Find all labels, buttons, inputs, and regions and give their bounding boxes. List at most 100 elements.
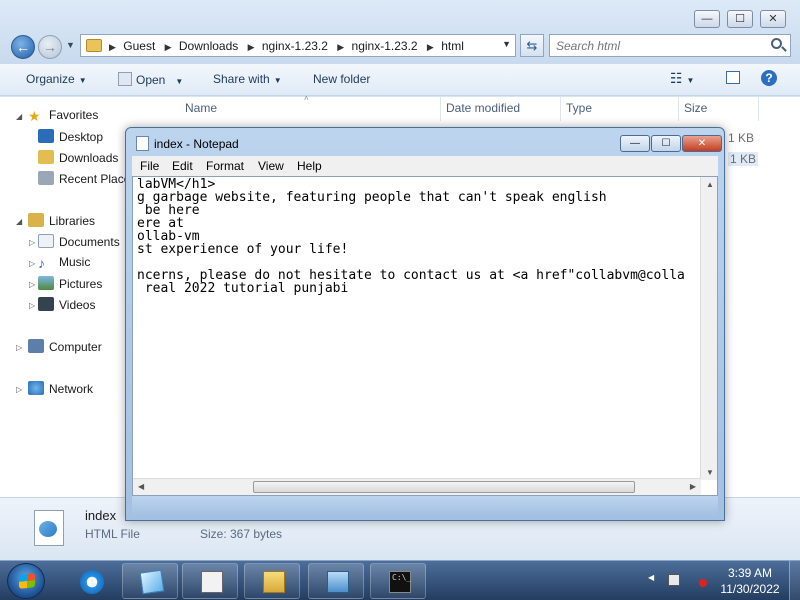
breadcrumb-item[interactable]: nginx-1.23.2 [262,39,328,53]
music-icon: ♪ [38,255,45,271]
nav-music[interactable]: ♪ Music [38,255,90,271]
nav-documents[interactable]: Documents [38,234,120,249]
scroll-left-icon[interactable]: ◀ [138,482,144,491]
file-size: 1 KB [728,152,759,166]
command-prompt-icon: C:\_ [389,571,411,593]
column-type[interactable]: Type [566,101,592,115]
search-input[interactable] [550,35,760,56]
address-bar[interactable]: ▶ Guest ▶ Downloads ▶ nginx-1.23.2 ▶ ngi… [80,34,516,57]
clock[interactable]: 3:39 AM 11/30/2022 [718,565,782,597]
breadcrumb-item[interactable]: html [441,39,464,53]
show-desktop-button[interactable] [789,561,800,600]
breadcrumb-item[interactable]: Downloads [179,39,238,53]
action-center-icon[interactable] [668,574,680,586]
network-status-icon[interactable] [693,573,707,587]
menu-edit[interactable]: Edit [172,159,193,173]
taskbar: e C:\_ [0,560,800,600]
expand-icon[interactable]: ▷ [29,280,35,289]
refresh-button[interactable]: ⇆ [520,34,544,57]
menu-help[interactable]: Help [297,159,322,173]
scroll-right-icon[interactable]: ▶ [690,482,696,491]
column-size[interactable]: Size [684,101,707,115]
scroll-up-icon[interactable]: ▲ [706,180,714,189]
close-button[interactable]: ✕ [760,10,786,28]
search-box[interactable] [549,34,791,57]
nav-desktop[interactable]: Desktop [38,129,103,144]
expand-icon[interactable]: ▷ [16,343,22,352]
nav-libraries[interactable]: Libraries [28,213,95,228]
address-dropdown-button[interactable]: ▼ [502,39,511,49]
open-icon [118,72,132,86]
forward-button[interactable]: → [38,35,62,59]
horizontal-scroll-thumb[interactable] [253,481,635,493]
expand-icon[interactable]: ▷ [29,301,35,310]
details-file-type: HTML File [85,527,140,541]
recent-pages-dropdown[interactable]: ▼ [66,40,75,50]
clock-time: 3:39 AM [727,566,773,580]
notepad-minimize-button[interactable]: — [620,135,650,152]
minimize-button[interactable]: — [694,10,720,28]
nav-videos[interactable]: Videos [38,297,95,312]
horizontal-scrollbar[interactable]: ◀ ▶ [133,478,701,495]
column-date-modified[interactable]: Date modified [446,101,520,115]
new-folder-button[interactable]: New folder [313,72,370,86]
menu-file[interactable]: File [140,159,159,173]
notepad-text-area[interactable]: labVM</h1> g garbage website, featuring … [132,176,718,496]
open-button[interactable]: Open ▼ [118,72,183,87]
nav-network-label: Network [49,382,94,396]
column-name[interactable]: Name [185,101,217,115]
html-file-icon [34,510,64,546]
nav-downloads[interactable]: Downloads [38,150,118,165]
menu-format[interactable]: Format [206,159,244,173]
expand-icon[interactable]: ▷ [16,385,22,394]
maximize-button[interactable]: ☐ [727,10,753,28]
expand-icon[interactable]: ▷ [29,259,35,268]
start-button[interactable] [7,563,45,599]
notepad-maximize-button[interactable]: ☐ [651,135,681,152]
view-icon[interactable]: ☷ ▼ [670,70,694,87]
preview-pane-icon[interactable] [726,71,740,84]
nav-computer[interactable]: Computer [28,339,102,354]
share-with-button[interactable]: Share with ▼ [213,72,282,86]
libraries-icon [28,213,44,227]
collapse-icon[interactable]: ◢ [16,217,22,226]
notepad-frame-bottom [132,496,718,516]
breadcrumb-separator-icon[interactable]: ▶ [337,42,344,52]
nav-favorites[interactable]: ★ Favorites [28,108,98,124]
notepad-app-icon [139,569,165,595]
expand-icon[interactable]: ▷ [29,238,35,247]
breadcrumb: ▶ Guest ▶ Downloads ▶ nginx-1.23.2 ▶ ngi… [107,39,468,53]
windows-logo-icon [19,573,35,589]
taskbar-control-panel[interactable] [308,563,364,599]
help-icon[interactable]: ? [761,70,777,86]
taskbar-app[interactable] [182,563,238,599]
show-hidden-icons-icon[interactable]: ◀ [648,573,654,582]
notepad-menubar: File Edit Format View Help [132,156,718,176]
back-button[interactable]: ← [11,35,35,59]
breadcrumb-separator-icon[interactable]: ▶ [248,42,255,52]
taskbar-cmd[interactable]: C:\_ [370,563,426,599]
downloads-folder-icon [38,150,54,164]
notepad-window: index - Notepad — ☐ ✕ File Edit Format V… [125,127,725,521]
search-icon[interactable] [771,38,782,49]
breadcrumb-separator-icon[interactable]: ▶ [165,42,172,52]
breadcrumb-item[interactable]: nginx-1.23.2 [352,39,418,53]
nav-network[interactable]: Network [28,381,93,396]
nav-pictures[interactable]: Pictures [38,276,102,291]
refresh-icon: ⇆ [526,38,538,53]
taskbar-ie[interactable]: e [62,563,118,599]
vertical-scrollbar[interactable]: ▲ ▼ [700,177,717,480]
breadcrumb-separator-icon[interactable]: ▶ [427,42,434,52]
breadcrumb-item[interactable]: Guest [123,39,155,53]
notepad-close-button[interactable]: ✕ [682,135,722,152]
details-file-name: index [85,508,117,523]
forward-arrow-icon: → [43,39,57,55]
taskbar-explorer[interactable] [244,563,300,599]
organize-button[interactable]: Organize ▼ [26,72,87,86]
collapse-icon[interactable]: ◢ [16,112,22,121]
taskbar-notepad[interactable] [122,563,178,599]
recent-places-icon [38,171,54,185]
menu-view[interactable]: View [258,159,284,173]
scroll-down-icon[interactable]: ▼ [706,468,714,477]
network-icon [28,381,44,395]
